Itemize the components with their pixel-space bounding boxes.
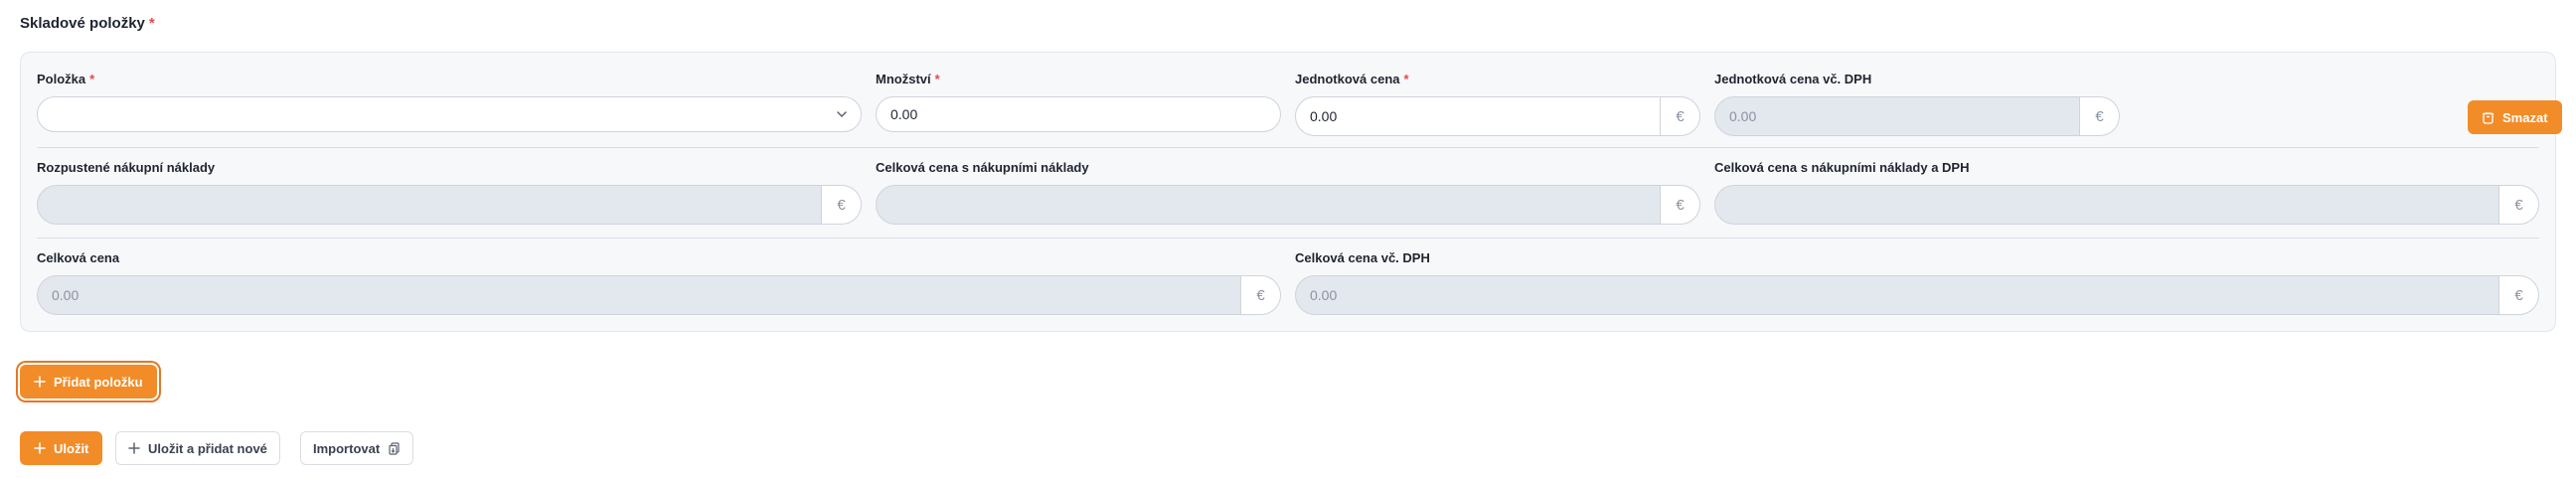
quantity-label: Množství * (876, 72, 940, 86)
total-with-costs-label: Celková cena s nákupními náklady (876, 160, 1089, 175)
item-select[interactable] (37, 96, 862, 132)
total-with-costs-input (876, 185, 1661, 225)
section-title: Skladové položky * (20, 15, 155, 32)
row-divider (37, 238, 2539, 239)
delete-button-label: Smazat (2502, 109, 2548, 125)
trash-icon (2482, 111, 2495, 124)
total-vat-value: 0.00 (1310, 287, 1338, 303)
total-with-costs-vat-input (1714, 185, 2499, 225)
save-button[interactable]: Uložit (20, 431, 103, 465)
total-field: Celková cena 0.00 € (37, 249, 1281, 315)
currency-addon: € (1661, 96, 1700, 136)
currency-addon: € (2499, 185, 2539, 225)
purchase-costs-label: Rozpustené nákupní náklady (37, 160, 216, 175)
save-and-new-button[interactable]: Uložit a přidat nové (115, 431, 280, 465)
currency-addon: € (1661, 185, 1700, 225)
total-label: Celková cena (37, 250, 120, 265)
purchase-costs-input (37, 185, 822, 225)
unit-price-vat-label: Jednotková cena vč. DPH (1714, 72, 1872, 86)
quantity-value: 0.00 (890, 106, 918, 122)
unit-price-value: 0.00 (1310, 108, 1338, 124)
total-with-costs-vat-field: Celková cena s nákupními náklady a DPH € (1714, 159, 2539, 225)
item-label: Položka * (37, 72, 95, 86)
save-button-label: Uložit (54, 440, 89, 456)
stock-item-card: Položka * Množství * 0.00 Jednotková cena *… (20, 52, 2562, 332)
plus-icon (34, 376, 46, 388)
row-divider (37, 147, 2539, 148)
unit-price-field: Jednotková cena * 0.00 € (1295, 71, 1700, 136)
total-value: 0.00 (52, 287, 80, 303)
section-title-text: Skladové položky (20, 15, 145, 32)
chevron-down-icon (823, 107, 861, 121)
currency-addon: € (822, 185, 862, 225)
total-vat-label: Celková cena vč. DPH (1295, 250, 1430, 265)
total-vat-input: 0.00 (1295, 275, 2499, 315)
currency-addon: € (2080, 96, 2120, 136)
total-input: 0.00 (37, 275, 1241, 315)
currency-addon: € (1241, 275, 1281, 315)
required-mark: * (148, 15, 155, 32)
unit-price-input[interactable]: 0.00 (1295, 96, 1661, 136)
total-vat-field: Celková cena vč. DPH 0.00 € (1295, 249, 2539, 315)
save-and-new-button-label: Uložit a přidat nové (148, 440, 267, 456)
currency-addon: € (2499, 275, 2539, 315)
file-import-icon (388, 441, 401, 455)
import-button-label: Importovat (313, 440, 381, 456)
quantity-input[interactable]: 0.00 (876, 96, 1281, 132)
add-item-button-label: Přidat položku (54, 374, 143, 390)
plus-icon (34, 442, 46, 454)
total-with-costs-vat-label: Celková cena s nákupními náklady a DPH (1714, 160, 1970, 175)
plus-icon (128, 442, 140, 454)
purchase-costs-field: Rozpustené nákupní náklady € (37, 159, 862, 225)
item-field: Položka * (37, 71, 862, 132)
delete-button[interactable]: Smazat (2468, 100, 2562, 134)
quantity-field: Množství * 0.00 (876, 71, 1281, 132)
unit-price-label: Jednotková cena * (1295, 72, 1409, 86)
unit-price-vat-input: 0.00 (1714, 96, 2080, 136)
import-button[interactable]: Importovat (300, 431, 414, 465)
unit-price-vat-value: 0.00 (1729, 108, 1757, 124)
unit-price-vat-field: Jednotková cena vč. DPH 0.00 € (1714, 71, 2120, 136)
add-item-button[interactable]: Přidat položku (20, 365, 157, 399)
total-with-costs-field: Celková cena s nákupními náklady € (876, 159, 1700, 225)
